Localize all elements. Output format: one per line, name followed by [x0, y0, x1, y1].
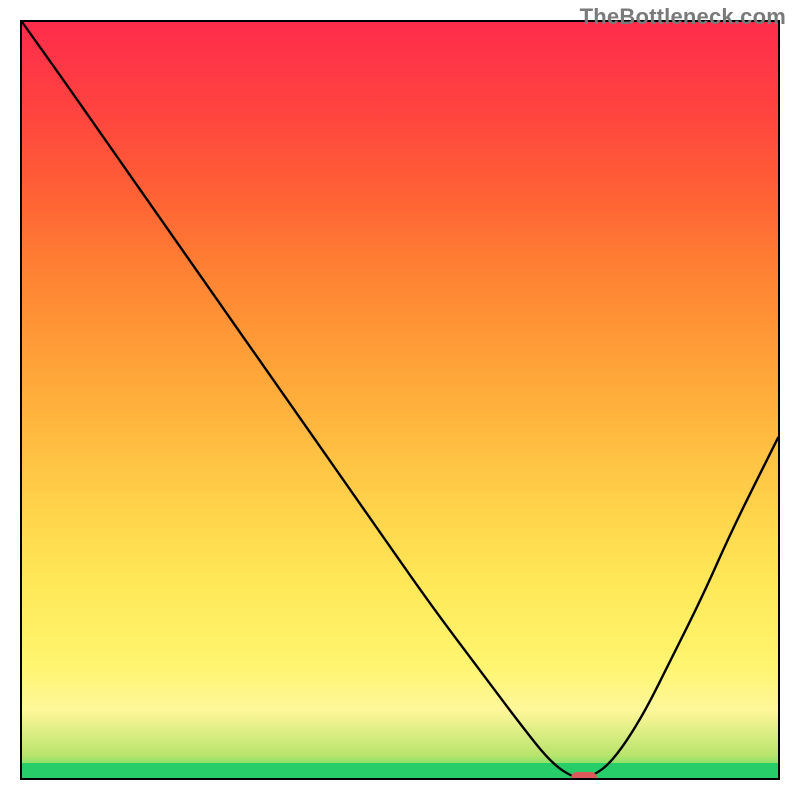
optimal-point-marker [571, 772, 597, 780]
chart-frame [20, 20, 780, 780]
bottleneck-curve [22, 22, 778, 778]
watermark-text: TheBottleneck.com [580, 4, 786, 30]
chart-curve-layer [22, 22, 778, 778]
